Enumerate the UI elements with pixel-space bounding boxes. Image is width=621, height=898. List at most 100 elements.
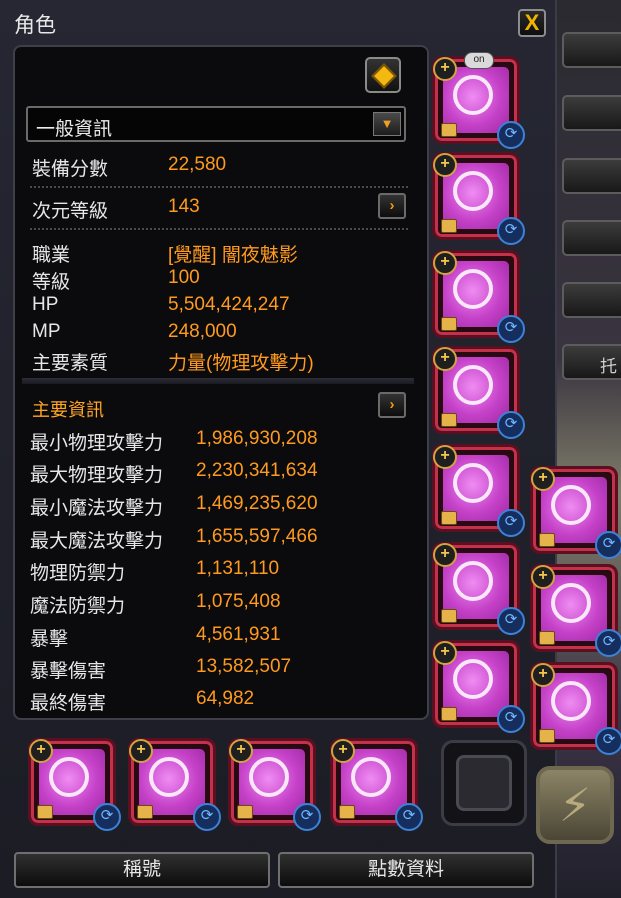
chest-icon <box>237 805 253 819</box>
plus-icon[interactable]: + <box>433 251 457 275</box>
close-button[interactable]: X <box>518 9 546 37</box>
equipment-slot-helmet[interactable]: + ⟳ <box>432 56 525 149</box>
sync-icon[interactable]: ⟳ <box>497 705 525 733</box>
sync-icon[interactable]: ⟳ <box>595 629 621 657</box>
plus-icon[interactable]: + <box>331 739 355 763</box>
main-info-title: 主要資訊 <box>32 400 104 420</box>
main-stat-value: 力量(物理攻擊力) <box>168 353 314 374</box>
character-window: 角色 X 一般資訊 ▼ 裝備分數 22,580 次元等級 143 › 職業 [覺… <box>0 0 557 898</box>
gear-score-value: 22,580 <box>168 154 227 175</box>
chest-icon <box>441 219 457 233</box>
sync-icon[interactable]: ⟳ <box>395 803 423 831</box>
plus-icon[interactable]: + <box>29 739 53 763</box>
chest-icon <box>37 805 53 819</box>
accessory-slot-earring[interactable]: + ⟳ <box>128 738 221 831</box>
window-title: 角色 <box>14 14 56 37</box>
side-button[interactable] <box>562 158 621 194</box>
stat-value: 2,230,341,634 <box>196 460 318 481</box>
dimension-level-value: 143 <box>168 196 200 217</box>
mp-label: MP <box>32 321 61 342</box>
stat-label: 暴擊傷害 <box>30 661 107 682</box>
equipment-slot-bottom[interactable]: + ⟳ <box>432 250 525 343</box>
gear-score-label: 裝備分數 <box>32 159 109 180</box>
equipment-slot-wing[interactable]: + ⟳ <box>530 466 621 559</box>
stat-label: 最大物理攻擊力 <box>30 465 164 486</box>
sync-icon[interactable]: ⟳ <box>595 727 621 755</box>
sync-icon[interactable]: ⟳ <box>193 803 221 831</box>
chest-icon <box>137 805 153 819</box>
mp-value: 248,000 <box>168 321 237 342</box>
chest-icon <box>441 707 457 721</box>
accessory-slot-necklace[interactable]: + ⟳ <box>28 738 121 831</box>
side-button[interactable] <box>562 32 621 68</box>
plus-icon[interactable]: + <box>531 467 555 491</box>
equipment-slot-gloves[interactable]: + ⟳ <box>432 346 525 439</box>
stat-value: 1,469,235,620 <box>196 493 318 514</box>
plus-icon[interactable]: + <box>433 543 457 567</box>
stat-value: 1,075,408 <box>196 591 281 612</box>
diamond-icon <box>371 63 397 89</box>
side-button[interactable] <box>562 95 621 131</box>
sync-icon[interactable]: ⟳ <box>497 607 525 635</box>
lightning-icon[interactable]: ⚡ <box>536 766 614 844</box>
section-separator <box>22 378 414 384</box>
sync-icon[interactable]: ⟳ <box>595 531 621 559</box>
main-info-detail-button[interactable]: › <box>378 392 406 418</box>
plus-icon[interactable]: + <box>433 153 457 177</box>
plus-icon[interactable]: + <box>531 663 555 687</box>
sync-icon[interactable]: ⟳ <box>497 315 525 343</box>
equipment-slot-shoes[interactable]: + ⟳ <box>432 444 525 537</box>
equipment-slot-sub-weapon[interactable]: + ⟳ <box>432 640 525 733</box>
sync-icon[interactable]: ⟳ <box>497 121 525 149</box>
title-button[interactable]: 稱號 <box>14 852 270 888</box>
class-label: 職業 <box>32 245 71 266</box>
stat-label: 最大魔法攻擊力 <box>30 531 164 552</box>
dropdown-value: 一般資訊 <box>36 119 113 140</box>
chest-icon <box>339 805 355 819</box>
stat-value: 64,982 <box>196 688 255 709</box>
chevron-down-icon[interactable]: ▼ <box>373 112 401 136</box>
accessory-slot-ring-1[interactable]: + ⟳ <box>228 738 321 831</box>
stat-label: 最小魔法攻擊力 <box>30 498 164 519</box>
equipment-slot-top[interactable]: + ⟳ <box>432 152 525 245</box>
plus-icon[interactable]: + <box>433 57 457 81</box>
side-button[interactable] <box>562 282 621 318</box>
plus-icon[interactable]: + <box>229 739 253 763</box>
level-value: 100 <box>168 267 200 288</box>
plus-icon[interactable]: + <box>531 565 555 589</box>
stat-value: 1,131,110 <box>196 558 280 579</box>
equipment-slot-decal[interactable]: + ⟳ <box>530 662 621 755</box>
chest-icon <box>441 317 457 331</box>
side-button-label: 托 <box>600 357 617 376</box>
sync-icon[interactable]: ⟳ <box>497 509 525 537</box>
stat-value: 1,655,597,466 <box>196 526 318 547</box>
on-badge: on <box>464 52 494 69</box>
chest-icon <box>441 511 457 525</box>
sync-icon[interactable]: ⟳ <box>497 217 525 245</box>
background-strip <box>548 0 621 898</box>
equipment-slot-main-weapon[interactable]: + ⟳ <box>432 542 525 635</box>
plus-icon[interactable]: + <box>433 641 457 665</box>
diamond-toggle-button[interactable] <box>365 57 401 93</box>
dimension-detail-button[interactable]: › <box>378 193 406 219</box>
plus-icon[interactable]: + <box>433 347 457 371</box>
chest-icon <box>539 631 555 645</box>
chest-icon <box>539 729 555 743</box>
stat-label: 最小物理攻擊力 <box>30 433 164 454</box>
plus-icon[interactable]: + <box>129 739 153 763</box>
hp-label: HP <box>32 294 59 315</box>
plus-icon[interactable]: + <box>433 445 457 469</box>
side-button[interactable] <box>562 220 621 256</box>
stat-value: 13,582,507 <box>196 656 292 677</box>
info-type-dropdown[interactable]: 一般資訊 ▼ <box>26 106 406 142</box>
empty-equipment-slot[interactable] <box>441 740 527 826</box>
stat-label: 物理防禦力 <box>30 563 126 584</box>
points-info-button[interactable]: 點數資料 <box>278 852 534 888</box>
stat-label: 魔法防禦力 <box>30 596 126 617</box>
sync-icon[interactable]: ⟳ <box>93 803 121 831</box>
sync-icon[interactable]: ⟳ <box>293 803 321 831</box>
hp-value: 5,504,424,247 <box>168 294 290 315</box>
equipment-slot-tail[interactable]: + ⟳ <box>530 564 621 657</box>
sync-icon[interactable]: ⟳ <box>497 411 525 439</box>
accessory-slot-ring-2[interactable]: + ⟳ <box>330 738 423 831</box>
